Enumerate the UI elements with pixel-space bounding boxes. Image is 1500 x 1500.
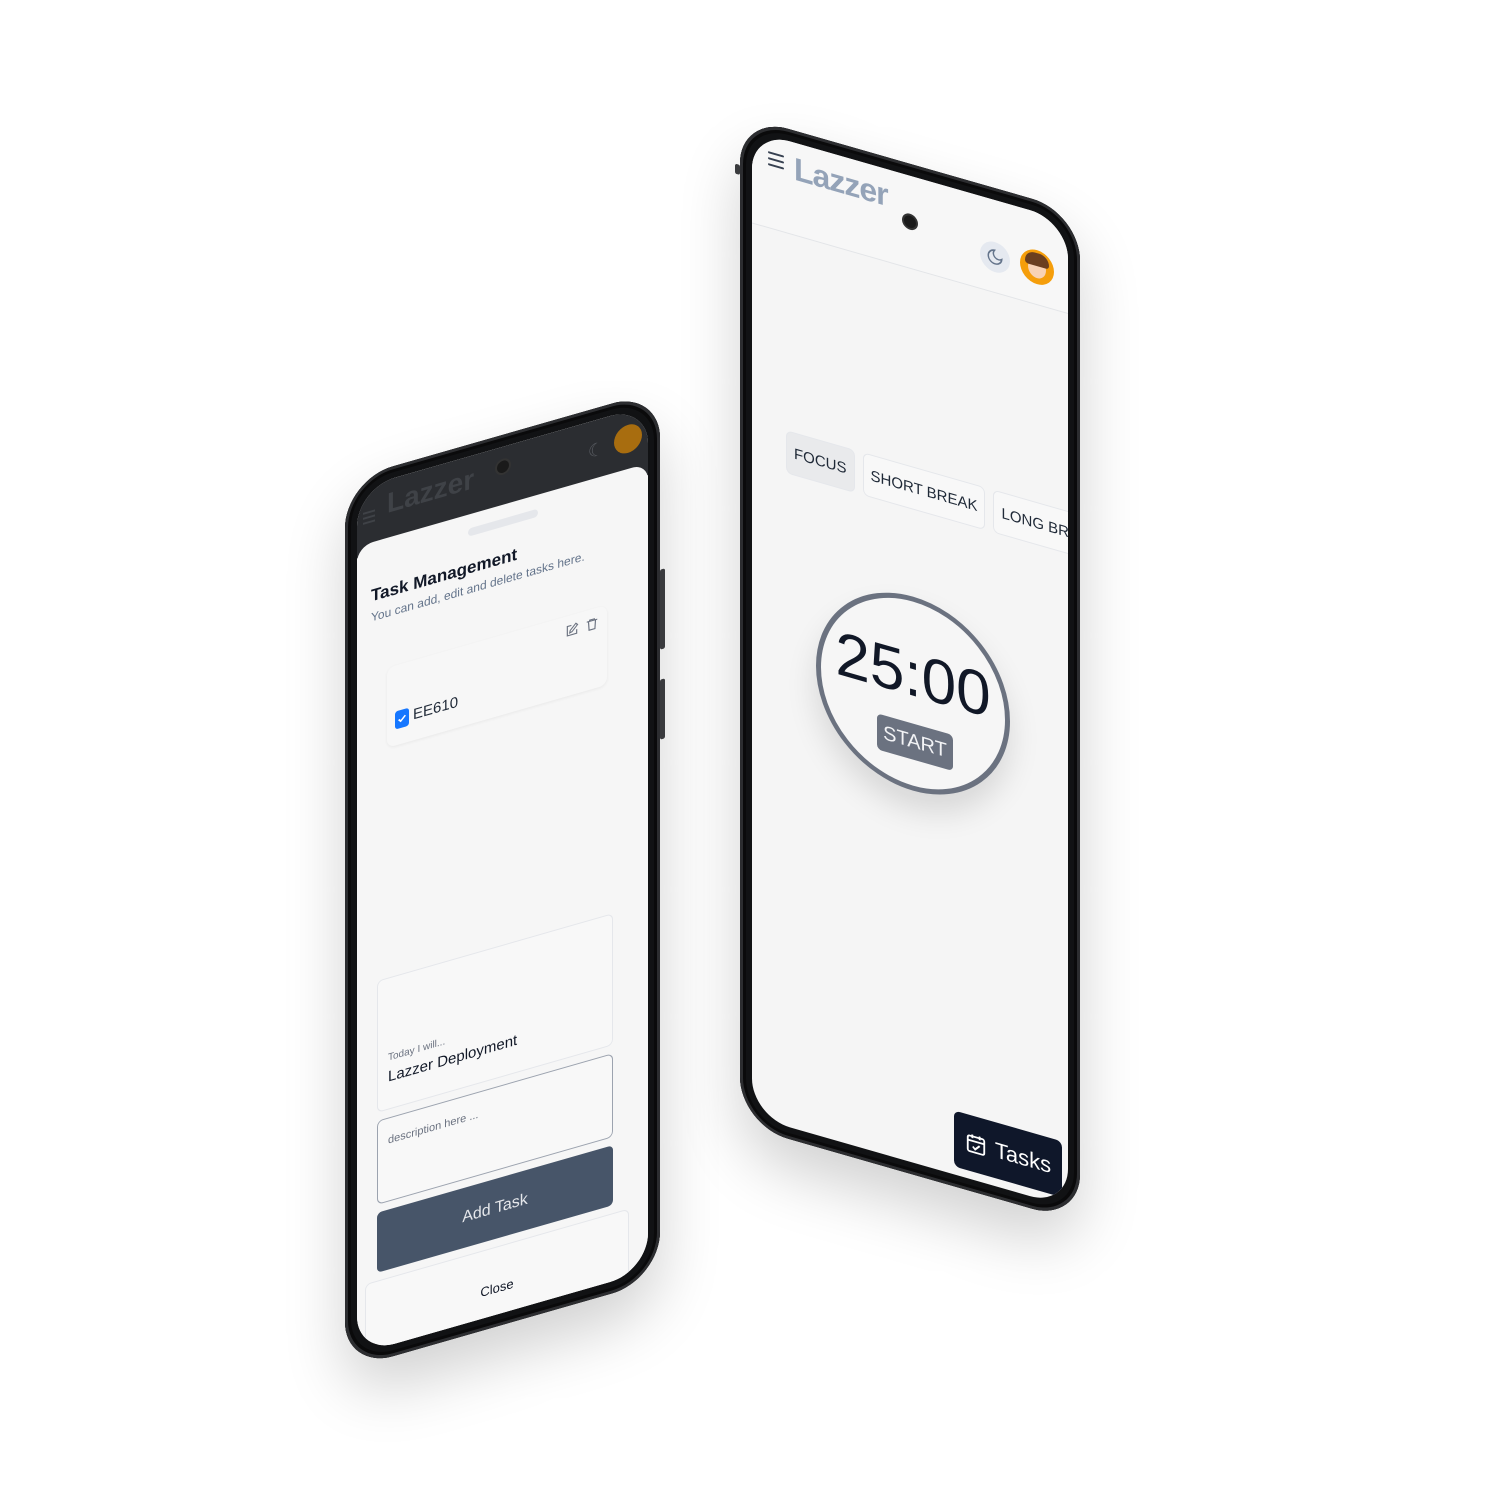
task-title-value[interactable]: Lazzer Deployment [388, 1032, 517, 1086]
menu-icon [363, 509, 375, 527]
tasks-button[interactable]: Tasks [954, 1110, 1062, 1198]
check-icon [398, 714, 406, 723]
side-button [735, 163, 740, 175]
menu-icon[interactable] [768, 151, 784, 170]
sheet-handle[interactable] [467, 508, 538, 537]
logo: Lazzer [387, 462, 475, 519]
moon-icon: ☾ [587, 437, 604, 463]
mode-tabs: FOCUS SHORT BREAK LONG BREAK [786, 430, 1068, 566]
task-name: EE610 [413, 693, 459, 724]
moon-icon [987, 249, 1003, 265]
calendar-check-icon [966, 1134, 986, 1156]
timer-screen: Lazzer FOCUS SHORT BREAK LONG BREAK 25:0… [752, 130, 1068, 1208]
timer-ring: 25:00 START [816, 568, 1010, 819]
trash-icon[interactable] [585, 615, 599, 633]
task-actions [565, 615, 599, 639]
logo[interactable]: Lazzer [794, 150, 888, 214]
description-placeholder: description here ... [388, 1108, 479, 1147]
edit-icon[interactable] [565, 621, 579, 639]
start-button[interactable]: START [877, 713, 953, 772]
avatar [614, 420, 642, 457]
task-screen: Lazzer ☾ Task Management You can add, ed… [357, 405, 648, 1355]
tab-short-break[interactable]: SHORT BREAK [862, 452, 986, 531]
tab-focus[interactable]: FOCUS [786, 430, 855, 493]
task-checkbox[interactable] [395, 707, 409, 730]
tasks-button-label: Tasks [994, 1137, 1052, 1179]
avatar[interactable] [1020, 245, 1054, 290]
task-card: EE610 [387, 604, 607, 748]
tab-long-break[interactable]: LONG BREAK [993, 489, 1068, 566]
volume-button [660, 568, 665, 650]
task-sheet: Task Management You can add, edit and de… [357, 463, 648, 1355]
timer-display: 25:00 [835, 618, 991, 732]
phone-timer: Lazzer FOCUS SHORT BREAK LONG BREAK 25:0… [735, 115, 1080, 1223]
phone-task-management: Lazzer ☾ Task Management You can add, ed… [345, 389, 665, 1371]
power-button [660, 678, 665, 740]
theme-toggle-button[interactable] [980, 237, 1010, 277]
